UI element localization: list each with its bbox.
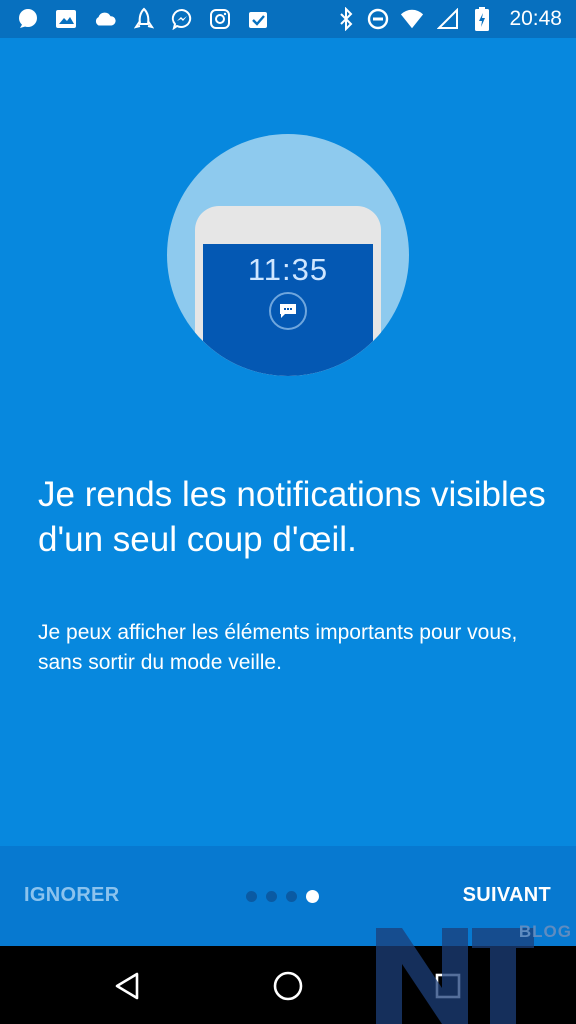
rocket-icon <box>132 7 156 31</box>
signal-icon <box>436 7 460 31</box>
phone-illustration: 11:35 <box>195 206 381 376</box>
chat-bubble-icon <box>16 7 40 31</box>
page-dot-active <box>306 889 319 903</box>
wifi-icon <box>400 7 424 31</box>
image-icon <box>54 7 78 31</box>
next-button[interactable]: SUIVANT <box>463 884 551 907</box>
messenger-icon <box>170 7 194 31</box>
page-indicator <box>246 889 319 903</box>
recents-icon[interactable] <box>428 966 468 1006</box>
navigation-bar <box>0 946 576 1024</box>
clipboard-check-icon <box>246 7 270 31</box>
home-icon[interactable] <box>268 966 308 1006</box>
cloud-icon <box>93 7 117 31</box>
do-not-disturb-icon <box>366 7 390 31</box>
page-dot <box>286 890 297 902</box>
message-bubble-icon <box>269 292 307 330</box>
skip-button[interactable]: IGNORER <box>24 884 119 907</box>
back-icon[interactable] <box>108 966 148 1006</box>
onboarding-footer: IGNORER SUIVANT <box>0 846 576 946</box>
onboarding-page: 11:35 Je rends les notifications visible… <box>0 38 576 846</box>
status-bar-time: 20:48 <box>509 7 562 30</box>
phone-clock: 11:35 <box>247 252 329 287</box>
hero-illustration: 11:35 <box>167 134 409 376</box>
page-dot <box>266 890 277 902</box>
phone-screen: 11:35 <box>203 244 373 376</box>
instagram-icon <box>208 7 232 31</box>
page-dot <box>246 890 257 902</box>
onboarding-description: Je peux afficher les éléments importants… <box>38 621 518 674</box>
onboarding-headline: Je rends les notifications visibles d'un… <box>38 475 546 559</box>
battery-charging-icon <box>470 7 494 31</box>
bluetooth-icon <box>334 7 358 31</box>
status-bar: 20:48 <box>0 0 576 38</box>
